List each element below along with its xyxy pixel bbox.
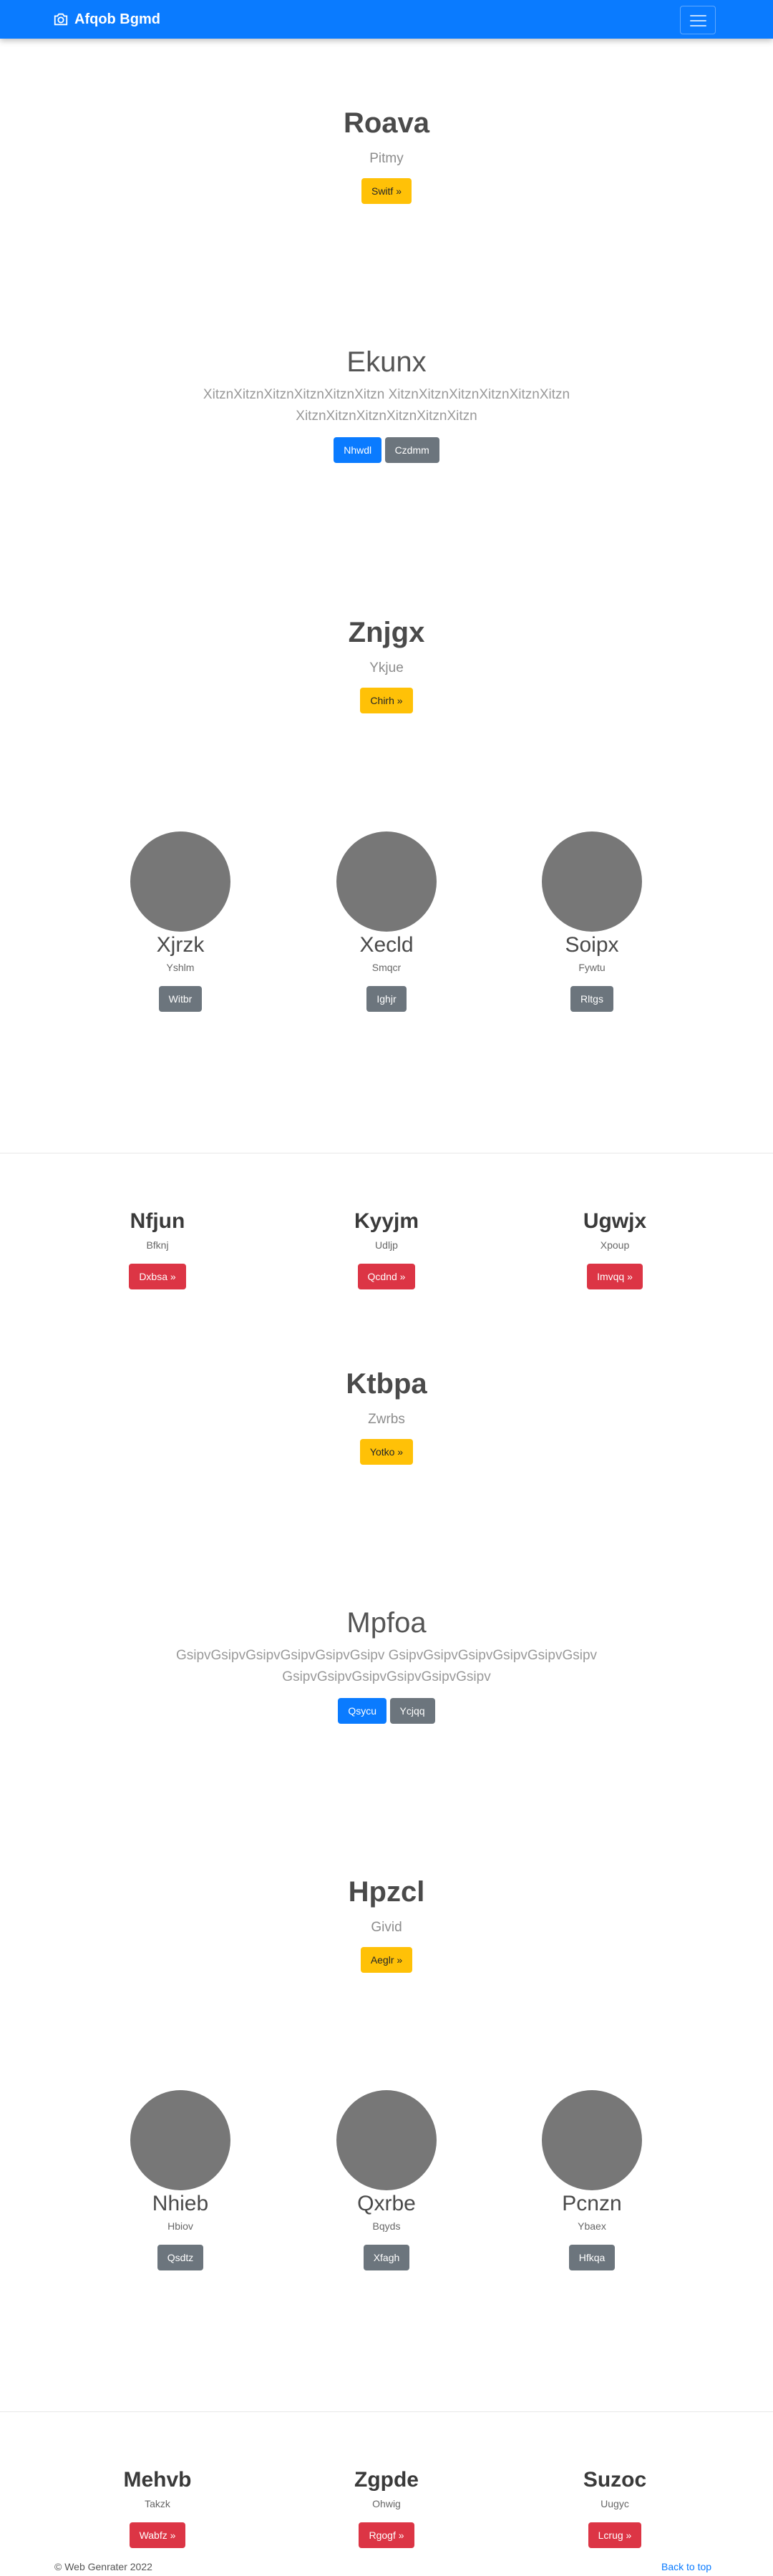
feature-title: Xecld xyxy=(359,933,414,957)
camera-icon xyxy=(54,13,68,26)
hero-section-1: Roava Pitmy Switf » xyxy=(0,107,773,204)
placeholder-image xyxy=(130,2090,230,2190)
navbar: Afqob Bgmd xyxy=(0,0,773,39)
back-to-top-link[interactable]: Back to top xyxy=(661,2561,711,2572)
hero-section-4: Ktbpa Zwrbs Yotko » xyxy=(0,1368,773,1465)
feature-subtitle: Fywtu xyxy=(578,962,606,973)
hero-button[interactable]: Switf » xyxy=(361,178,412,204)
feature-button[interactable]: Qsdtz xyxy=(157,2245,204,2270)
feature-column: Pcnzn Ybaex Hfkqa xyxy=(485,2090,699,2270)
hero-title: Mpfoa xyxy=(346,1607,427,1639)
feature-title: Xjrzk xyxy=(156,933,205,957)
feature-column: Qxrbe Bqyds Xfagh xyxy=(279,2090,494,2270)
hamburger-icon-line xyxy=(690,20,706,21)
feature-subtitle: Smqcr xyxy=(371,962,402,973)
column-title: Kyyjm xyxy=(354,1209,419,1233)
info-column: Suzoc Uugyc Lcrug » xyxy=(507,2468,722,2548)
secondary-button[interactable]: Ycjqq xyxy=(389,1698,435,1724)
hero-title: Hpzcl xyxy=(348,1876,425,1908)
footer-copyright: © Web Genrater 2022 xyxy=(54,2561,152,2572)
placeholder-image xyxy=(542,831,642,932)
feature-title: Qxrbe xyxy=(357,2192,416,2215)
placeholder-image xyxy=(336,831,437,932)
feature-title: Soipx xyxy=(565,933,619,957)
feature-button[interactable]: Ighjr xyxy=(366,986,407,1012)
column-subtitle: Bfknj xyxy=(146,1239,169,1251)
column-title: Nfjun xyxy=(130,1209,185,1233)
column-button[interactable]: Rgogf » xyxy=(359,2522,414,2548)
hero-text-line-1: GsipvGsipvGsipvGsipvGsipvGsipv GsipvGsip… xyxy=(175,1648,598,1663)
column-subtitle: Ohwig xyxy=(372,2498,401,2509)
navbar-brand[interactable]: Afqob Bgmd xyxy=(53,10,160,29)
feature-button[interactable]: Witbr xyxy=(158,986,203,1012)
hero-text-line-2: GsipvGsipvGsipvGsipvGsipvGsipv xyxy=(282,1669,491,1684)
column-subtitle: Uugyc xyxy=(601,2498,629,2509)
brand-label: Afqob Bgmd xyxy=(74,11,160,27)
feature-column: Xecld Smqcr Ighjr xyxy=(279,831,494,1012)
feature-button[interactable]: Rltgs xyxy=(570,986,613,1012)
placeholder-image xyxy=(130,831,230,932)
hero-section-5: Mpfoa GsipvGsipvGsipvGsipvGsipvGsipv Gsi… xyxy=(0,1607,773,1724)
hero-text-line-2: XitznXitznXitznXitznXitznXitzn xyxy=(296,409,477,424)
secondary-button[interactable]: Czdmm xyxy=(384,437,439,463)
feature-button[interactable]: Hfkqa xyxy=(568,2245,616,2270)
hero-lead: Pitmy xyxy=(369,151,404,166)
feature-button[interactable]: Xfagh xyxy=(363,2245,410,2270)
column-title: Ugwjx xyxy=(583,1209,647,1233)
info-column: Mehvb Takzk Wabfz » xyxy=(50,2468,265,2548)
section-divider xyxy=(0,2411,773,2412)
hamburger-icon xyxy=(690,15,706,16)
hero-title: Ekunx xyxy=(346,346,427,378)
hero-text-line-1: XitznXitznXitznXitznXitznXitzn XitznXitz… xyxy=(203,387,570,402)
info-column: Nfjun Bfknj Dxbsa » xyxy=(50,1209,265,1289)
hero-lead: Givid xyxy=(371,1920,402,1935)
hero-section-3: Znjgx Ykjue Chirh » xyxy=(0,617,773,713)
column-button[interactable]: Wabfz » xyxy=(129,2522,186,2548)
feature-subtitle: Ybaex xyxy=(578,2220,606,2232)
column-subtitle: Takzk xyxy=(145,2498,170,2509)
hero-title: Ktbpa xyxy=(346,1368,427,1400)
hero-title: Znjgx xyxy=(348,617,425,648)
info-column: Zgpde Ohwig Rgogf » xyxy=(279,2468,494,2548)
hero-section-2: Ekunx XitznXitznXitznXitznXitznXitzn Xit… xyxy=(0,346,773,463)
info-column: Ugwjx Xpoup Imvqq » xyxy=(507,1209,722,1289)
column-button[interactable]: Imvqq » xyxy=(587,1264,643,1289)
column-subtitle: Udljp xyxy=(375,1239,398,1251)
feature-title: Pcnzn xyxy=(562,2192,622,2215)
primary-button[interactable]: Nhwdl xyxy=(334,437,382,463)
feature-subtitle: Yshlm xyxy=(166,962,195,973)
info-column: Kyyjm Udljp Qcdnd » xyxy=(279,1209,494,1289)
feature-title: Nhieb xyxy=(152,2192,209,2215)
column-title: Suzoc xyxy=(583,2468,647,2492)
hero-section-6: Hpzcl Givid Aeglr » xyxy=(0,1876,773,1973)
hero-button[interactable]: Aeglr » xyxy=(360,1947,413,1973)
column-button[interactable]: Lcrug » xyxy=(588,2522,642,2548)
hero-title: Roava xyxy=(343,107,430,139)
column-subtitle: Xpoup xyxy=(600,1239,630,1251)
hero-lead: Zwrbs xyxy=(368,1412,405,1427)
hamburger-icon-line xyxy=(690,25,706,26)
hero-lead: Ykjue xyxy=(369,660,404,675)
navbar-toggler-button[interactable] xyxy=(680,6,716,34)
feature-column: Nhieb Hbiov Qsdtz xyxy=(73,2090,288,2270)
column-title: Mehvb xyxy=(123,2468,192,2492)
feature-subtitle: Hbiov xyxy=(167,2220,193,2232)
column-button[interactable]: Dxbsa » xyxy=(129,1264,186,1289)
hero-button[interactable]: Yotko » xyxy=(359,1439,414,1465)
placeholder-image xyxy=(542,2090,642,2190)
column-button[interactable]: Qcdnd » xyxy=(357,1264,416,1289)
primary-button[interactable]: Qsycu xyxy=(338,1698,387,1724)
placeholder-image xyxy=(336,2090,437,2190)
column-title: Zgpde xyxy=(354,2468,419,2492)
feature-column: Soipx Fywtu Rltgs xyxy=(485,831,699,1012)
feature-column: Xjrzk Yshlm Witbr xyxy=(73,831,288,1012)
feature-subtitle: Bqyds xyxy=(372,2220,401,2232)
hero-button[interactable]: Chirh » xyxy=(360,688,413,713)
